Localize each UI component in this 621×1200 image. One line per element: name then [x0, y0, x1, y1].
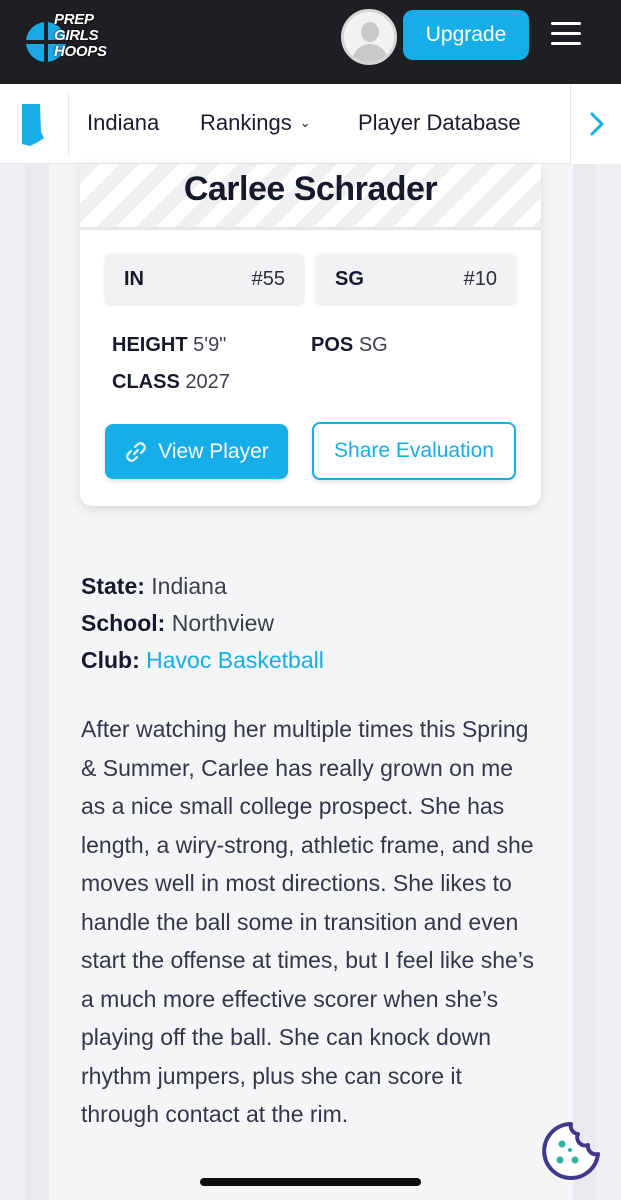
prep-girls-hoops-logo[interactable]: PREP GIRLS HOOPS — [22, 10, 118, 64]
player-name: Carlee Schrader — [183, 170, 438, 208]
link-icon — [126, 441, 146, 462]
info-club: Club: Havoc Basketball — [81, 647, 324, 673]
logo-line-3: HOOPS — [54, 43, 107, 60]
logo-line-2: GIRLS — [54, 27, 99, 44]
info-school: School: Northview — [81, 610, 274, 636]
hamburger-menu-icon[interactable] — [551, 22, 581, 46]
nav-item-player-database[interactable]: Player Database — [358, 110, 521, 136]
state-nav-bar: Indiana Rankings ⌄ Player Database — [0, 84, 621, 164]
chevron-right-icon[interactable] — [585, 110, 609, 138]
position-rank-badge: SG #10 — [316, 254, 516, 304]
player-card: Carlee Schrader IN #55 SG #10 HEIGHT 5'9… — [80, 164, 541, 506]
nav-item-indiana[interactable]: Indiana — [87, 110, 159, 136]
logo-line-1: PREP — [54, 11, 94, 28]
view-player-button[interactable]: View Player — [105, 424, 288, 479]
state-value: Indiana — [151, 573, 227, 599]
pos-attr: POS SG — [311, 334, 388, 356]
pos-value: SG — [358, 334, 388, 356]
position-code: SG — [335, 268, 364, 290]
evaluation-text: After watching her multiple times this S… — [81, 716, 535, 1127]
indiana-state-icon[interactable] — [18, 102, 46, 148]
view-player-label: View Player — [158, 439, 269, 463]
share-evaluation-button[interactable]: Share Evaluation — [312, 422, 516, 480]
nav-item-rankings[interactable]: Rankings ⌄ — [200, 110, 311, 136]
user-avatar[interactable] — [341, 9, 397, 65]
club-link[interactable]: Havoc Basketball — [146, 647, 324, 673]
class-value: 2027 — [185, 371, 230, 393]
nav-rankings-label: Rankings — [200, 110, 292, 135]
height-value: 5'9" — [193, 334, 227, 356]
top-bar: PREP GIRLS HOOPS Upgrade — [0, 0, 621, 84]
info-state: State: Indiana — [81, 573, 227, 599]
chevron-down-icon: ⌄ — [299, 115, 311, 130]
home-indicator — [200, 1178, 421, 1186]
position-rank: #10 — [463, 268, 497, 290]
class-attr: CLASS 2027 — [112, 371, 230, 393]
upgrade-button[interactable]: Upgrade — [403, 10, 529, 60]
cookie-settings-icon[interactable] — [540, 1120, 603, 1183]
school-value: Northview — [171, 610, 274, 636]
state-rank-badge: IN #55 — [105, 254, 304, 304]
height-attr: HEIGHT 5'9" — [112, 334, 227, 356]
state-rank: #55 — [251, 268, 285, 290]
state-code: IN — [124, 268, 144, 290]
